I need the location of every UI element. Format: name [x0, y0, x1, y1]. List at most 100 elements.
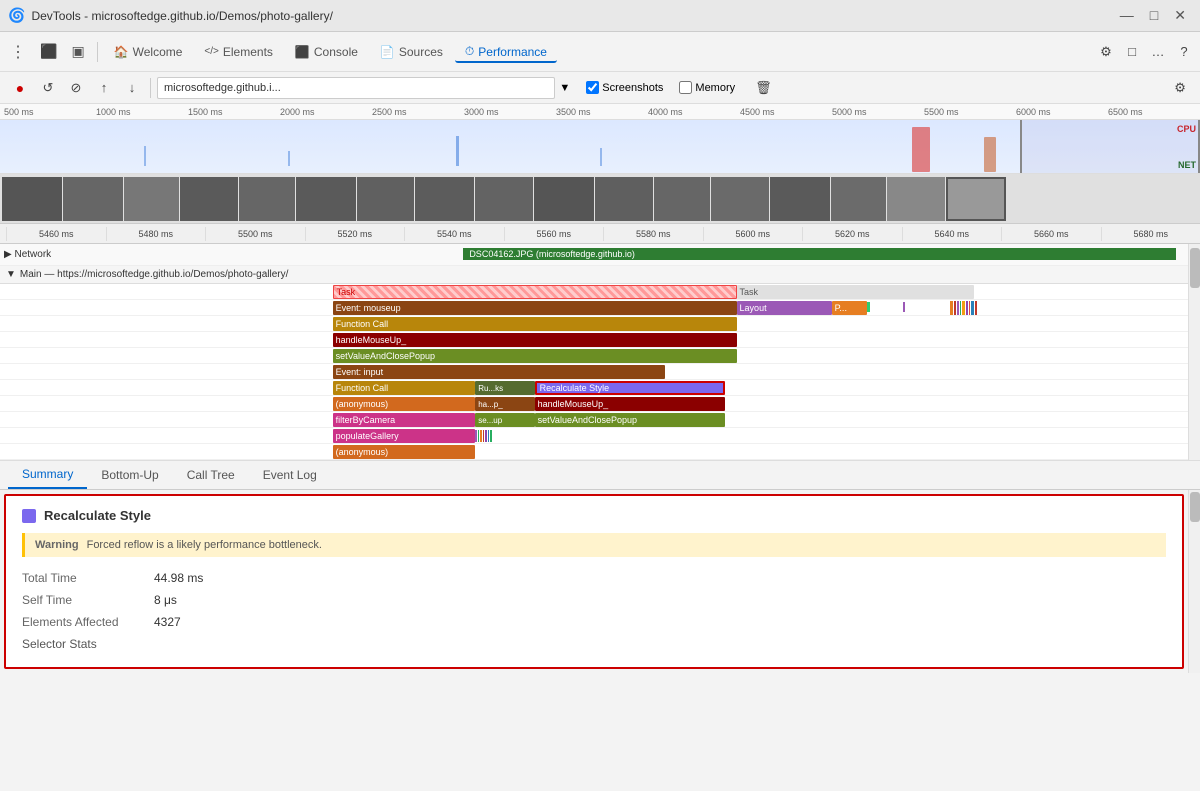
tab-toggle[interactable]: ⋮: [4, 40, 32, 64]
detail-tick-5520: 5520 ms: [305, 227, 405, 241]
bar-event-mouseup[interactable]: Event: mouseup: [333, 301, 737, 315]
tab-bottom-up[interactable]: Bottom-Up: [87, 461, 172, 489]
tab-summary[interactable]: Summary: [8, 461, 87, 489]
screenshot-thumb[interactable]: [124, 177, 179, 221]
tab-console[interactable]: ⬛ Console: [285, 41, 368, 63]
screenshot-thumb[interactable]: [357, 177, 414, 221]
bar-setvalue[interactable]: setValueAndClosePopup: [333, 349, 737, 363]
minimize-button[interactable]: —: [1114, 5, 1140, 26]
bar-seup[interactable]: se...up: [475, 413, 534, 427]
tick-5000: 5000 ms: [832, 107, 924, 117]
memory-label: Memory: [695, 82, 735, 94]
bar-anonymous[interactable]: (anonymous): [333, 397, 476, 411]
collapse-icon: ▼: [6, 269, 16, 280]
screenshots-checkbox[interactable]: [586, 81, 599, 94]
settings-gear-button[interactable]: ⚙: [1094, 40, 1118, 64]
scrollbar-thumb-tracks[interactable]: [1190, 248, 1200, 288]
clear-button[interactable]: ⊘: [64, 76, 88, 100]
tab-undock[interactable]: ⬛: [34, 41, 63, 62]
memory-checkbox-group[interactable]: Memory: [679, 81, 735, 94]
screenshot-thumb[interactable]: [887, 177, 945, 221]
tick-3000: 3000 ms: [464, 107, 556, 117]
summary-title: Recalculate Style: [22, 508, 1166, 523]
bar-anonymous2[interactable]: (anonymous): [333, 445, 476, 459]
screenshot-thumb[interactable]: [180, 177, 238, 221]
bar-setvalue2[interactable]: setValueAndClosePopup: [535, 413, 725, 427]
flame-row-tasks: Task Task: [0, 284, 1188, 300]
screenshot-thumb[interactable]: [831, 177, 886, 221]
bottom-tab-bar: Summary Bottom-Up Call Tree Event Log: [0, 460, 1200, 490]
bar-recalculate-style[interactable]: Recalculate Style: [535, 381, 725, 395]
import-button[interactable]: ↑: [92, 76, 116, 100]
maximize-button[interactable]: □: [1144, 5, 1164, 26]
detail-tick-5640: 5640 ms: [902, 227, 1002, 241]
bar-event-input[interactable]: Event: input: [333, 365, 666, 379]
detail-tick-5600: 5600 ms: [703, 227, 803, 241]
record-button[interactable]: ●: [8, 76, 32, 100]
bar-handle2[interactable]: handleMouseUp_: [535, 397, 725, 411]
selector-stats-row[interactable]: Selector Stats: [22, 633, 1166, 655]
tab-dock-side[interactable]: ▣: [65, 41, 90, 62]
scrollbar-thumb-summary[interactable]: [1190, 492, 1200, 522]
reload-record-button[interactable]: ↺: [36, 76, 60, 100]
timeline-graph[interactable]: CPU NET: [0, 120, 1200, 174]
bar-runks[interactable]: Ru...ks: [475, 381, 534, 395]
bar-task-grey[interactable]: Task: [737, 285, 975, 299]
clear-recordings-button[interactable]: 🗑: [751, 78, 776, 98]
export-button[interactable]: ↓: [120, 76, 144, 100]
flame-row-event-input: Event: input: [0, 364, 1188, 380]
stat-row-elements: Elements Affected 4327: [22, 611, 1166, 633]
screenshot-thumb[interactable]: [415, 177, 474, 221]
flame-row-anonymous: (anonymous) ha...p_ handleMouseUp_: [0, 396, 1188, 412]
tab-performance[interactable]: ⏱ Performance: [455, 40, 557, 63]
performance-icon: ⏱: [465, 44, 474, 59]
detail-tick-5480: 5480 ms: [106, 227, 206, 241]
screenshot-thumb[interactable]: [534, 177, 594, 221]
overflow-menu-button[interactable]: …: [1146, 40, 1170, 64]
selection-overlay[interactable]: [1020, 120, 1200, 174]
bar-filterbycamera[interactable]: filterByCamera: [333, 413, 476, 427]
tick-2000: 2000 ms: [280, 107, 372, 117]
tracks-scrollbar[interactable]: [1188, 244, 1200, 460]
screenshot-strip: [0, 174, 1200, 224]
screenshot-thumb[interactable]: [770, 177, 830, 221]
memory-checkbox[interactable]: [679, 81, 692, 94]
bar-populate[interactable]: populateGallery: [333, 429, 476, 443]
screenshot-thumb[interactable]: [946, 177, 1006, 221]
toolbar-settings-button[interactable]: ⚙: [1168, 76, 1192, 100]
bar-mini-cluster: [475, 430, 546, 442]
close-button[interactable]: ✕: [1168, 5, 1192, 26]
bar-function-call[interactable]: Function Call: [333, 317, 737, 331]
tab-welcome[interactable]: 🏠 Welcome: [104, 41, 193, 63]
bar-function-call2[interactable]: Function Call: [333, 381, 476, 395]
screenshot-thumb[interactable]: [654, 177, 710, 221]
tick-4000: 4000 ms: [648, 107, 740, 117]
summary-scrollbar[interactable]: [1188, 490, 1200, 673]
bar-handle-mouseup[interactable]: handleMouseUp_: [333, 333, 737, 347]
tab-sources[interactable]: 📄 Sources: [370, 41, 453, 63]
screenshot-thumb[interactable]: [595, 177, 653, 221]
tab-elements[interactable]: </> Elements: [194, 41, 283, 63]
screenshot-thumb[interactable]: [475, 177, 533, 221]
dock-button[interactable]: □: [1120, 40, 1144, 64]
main-thread-header[interactable]: ▼ Main — https://microsoftedge.github.io…: [0, 266, 1188, 284]
bar-hap[interactable]: ha...p_: [475, 397, 534, 411]
screenshot-thumb[interactable]: [239, 177, 295, 221]
timeline-ruler: 500 ms 1000 ms 1500 ms 2000 ms 2500 ms 3…: [0, 104, 1200, 120]
url-input[interactable]: [157, 77, 555, 99]
screenshot-thumb[interactable]: [296, 177, 356, 221]
screenshot-thumb[interactable]: [2, 177, 62, 221]
tab-call-tree[interactable]: Call Tree: [173, 461, 249, 489]
screenshot-thumb[interactable]: [711, 177, 769, 221]
network-bar[interactable]: DSC04162.JPG (microsoftedge.github.io): [463, 248, 1176, 260]
bar-paint[interactable]: P...: [832, 301, 868, 315]
bottom-content: Recalculate Style Warning Forced reflow …: [0, 490, 1200, 673]
screenshot-thumb[interactable]: [63, 177, 123, 221]
help-button[interactable]: ?: [1172, 40, 1196, 64]
url-dropdown[interactable]: ▼: [559, 82, 570, 94]
tab-event-log[interactable]: Event Log: [249, 461, 331, 489]
bar-layout[interactable]: Layout: [737, 301, 832, 315]
screenshots-checkbox-group[interactable]: Screenshots: [586, 81, 663, 94]
tick-500: 500 ms: [4, 107, 96, 117]
bar-task-striped[interactable]: Task: [333, 285, 737, 299]
